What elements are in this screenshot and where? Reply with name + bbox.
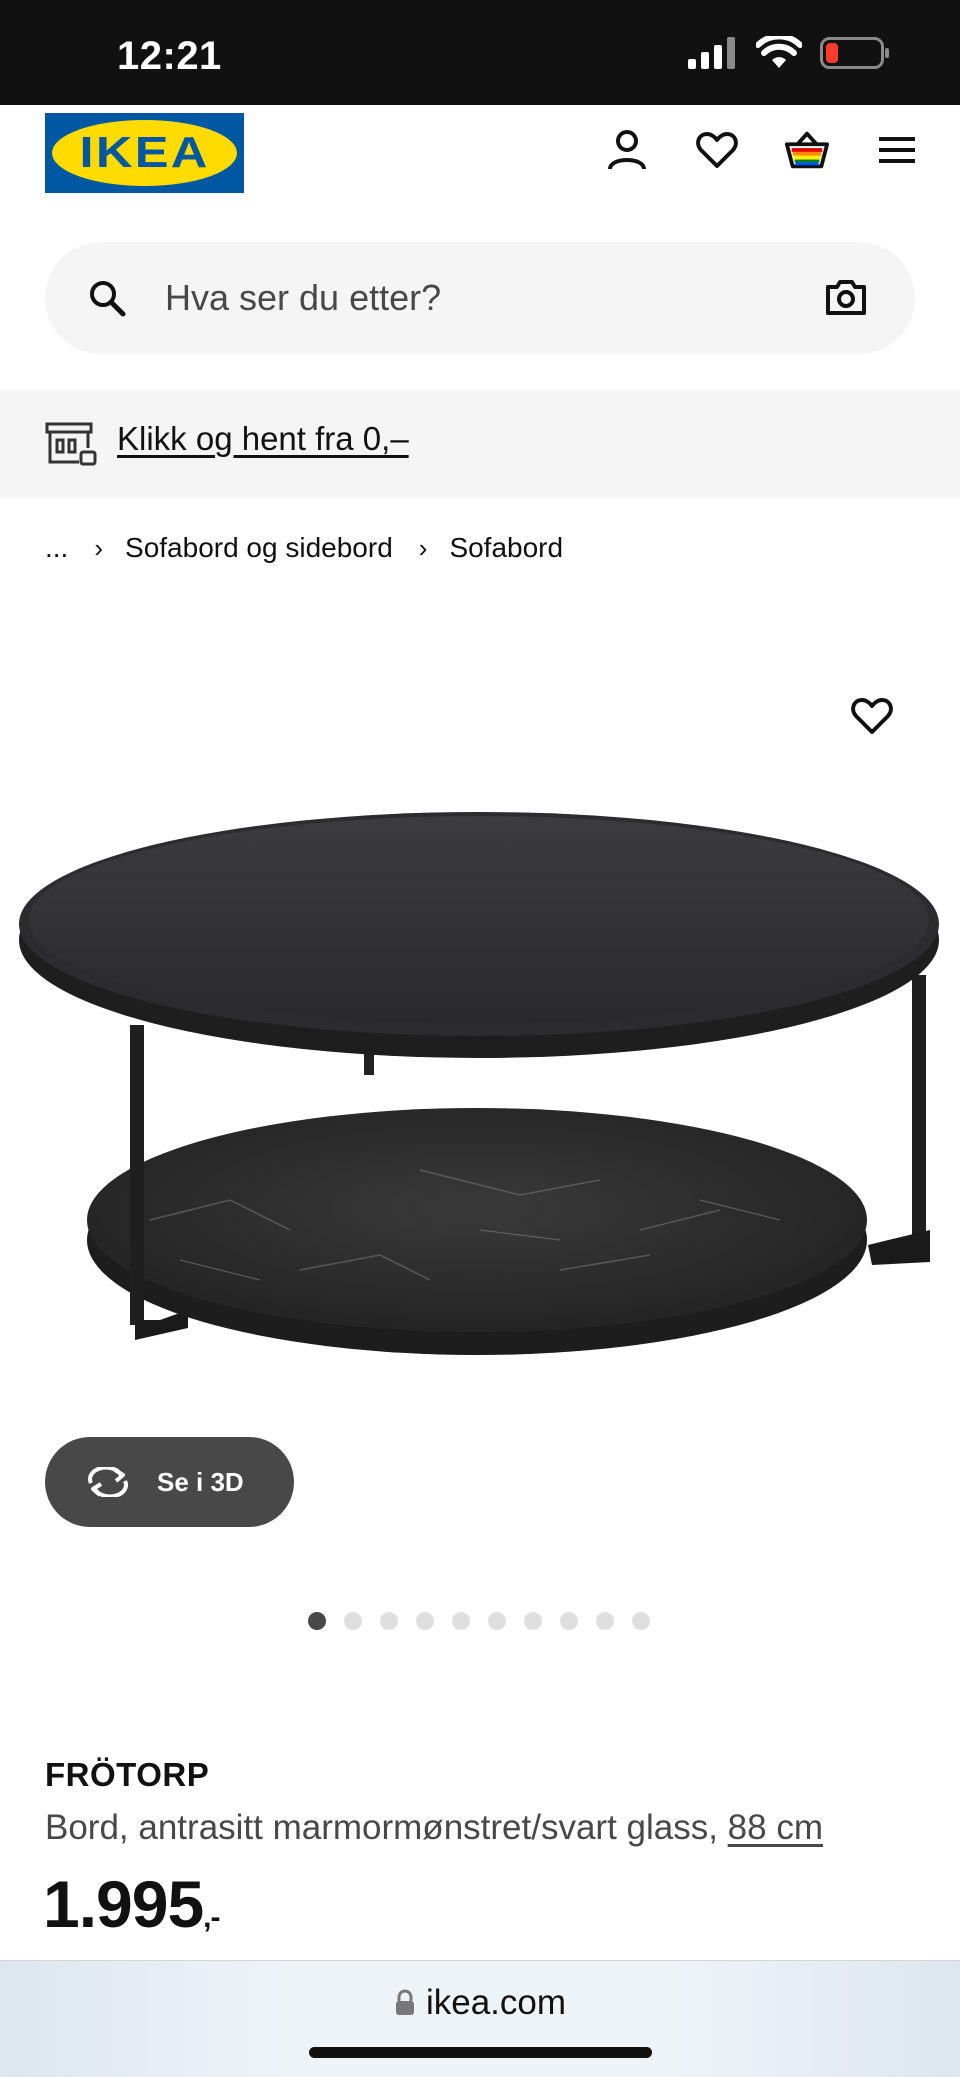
product-description-text: Bord, antrasitt marmormønstret/svart gla… <box>45 1808 728 1847</box>
carousel-dot[interactable] <box>416 1612 434 1630</box>
wishlist-heart-icon[interactable] <box>694 127 740 173</box>
store-pickup-icon <box>45 422 97 466</box>
url-content: ikea.com <box>0 1983 960 2023</box>
search-input[interactable] <box>165 270 805 326</box>
status-time: 12:21 <box>117 34 222 78</box>
click-collect-link[interactable]: Klikk og hent fra 0,– <box>117 420 409 458</box>
chevron-right-icon: › <box>94 532 104 563</box>
cellular-signal-icon <box>688 37 735 69</box>
status-bar: 12:21 <box>0 0 960 105</box>
search-icon <box>90 281 126 317</box>
image-carousel-dots <box>308 1612 650 1630</box>
favorite-heart-icon[interactable] <box>848 692 896 740</box>
breadcrumb: ... › Sofabord og sidebord › Sofabord <box>45 532 563 564</box>
ikea-logo[interactable]: IKEA <box>45 113 244 193</box>
search-bar[interactable] <box>45 242 915 354</box>
camera-search-icon[interactable] <box>825 278 867 316</box>
carousel-dot[interactable] <box>560 1612 578 1630</box>
carousel-dot[interactable] <box>344 1612 362 1630</box>
chevron-right-icon: › <box>418 532 428 563</box>
carousel-dot[interactable] <box>632 1612 650 1630</box>
product-price: 1.995,- <box>43 1866 221 1942</box>
click-collect-banner: Klikk og hent fra 0,– <box>0 390 960 498</box>
site-header: IKEA <box>0 105 960 205</box>
carousel-dot[interactable] <box>308 1612 326 1630</box>
home-indicator[interactable] <box>309 2047 652 2058</box>
url-text: ikea.com <box>425 1983 567 2022</box>
breadcrumb-item-coffee-side-tables[interactable]: Sofabord og sidebord <box>125 532 393 564</box>
carousel-dot[interactable] <box>452 1612 470 1630</box>
shopping-bag-icon[interactable] <box>784 127 830 173</box>
product-image[interactable] <box>0 800 960 1400</box>
browser-url-bar[interactable]: ikea.com <box>0 1960 960 2077</box>
product-description: Bord, antrasitt marmormønstret/svart gla… <box>45 1808 823 1848</box>
breadcrumb-ellipsis[interactable]: ... <box>45 532 68 564</box>
price-value: 1.995 <box>43 1867 204 1941</box>
logo-text: IKEA <box>79 128 210 177</box>
battery-low-icon <box>820 37 889 69</box>
header-actions <box>604 127 920 173</box>
status-icons <box>688 36 890 70</box>
breadcrumb-item-coffee-tables[interactable]: Sofabord <box>449 532 563 564</box>
carousel-dot[interactable] <box>596 1612 614 1630</box>
carousel-dot[interactable] <box>524 1612 542 1630</box>
carousel-dot[interactable] <box>380 1612 398 1630</box>
account-icon[interactable] <box>604 127 650 173</box>
carousel-dot[interactable] <box>488 1612 506 1630</box>
product-size-link[interactable]: 88 cm <box>728 1808 823 1847</box>
lock-icon <box>395 1989 414 2015</box>
rotate-3d-icon <box>88 1467 128 1497</box>
logo-oval: IKEA <box>52 120 237 186</box>
view-in-3d-label: Se i 3D <box>157 1466 244 1497</box>
view-in-3d-button[interactable]: Se i 3D <box>45 1437 294 1527</box>
price-suffix: ,- <box>203 1901 220 1934</box>
hamburger-menu-icon[interactable] <box>874 127 920 173</box>
wifi-icon <box>756 36 802 68</box>
product-name: FRÖTORP <box>45 1756 210 1793</box>
